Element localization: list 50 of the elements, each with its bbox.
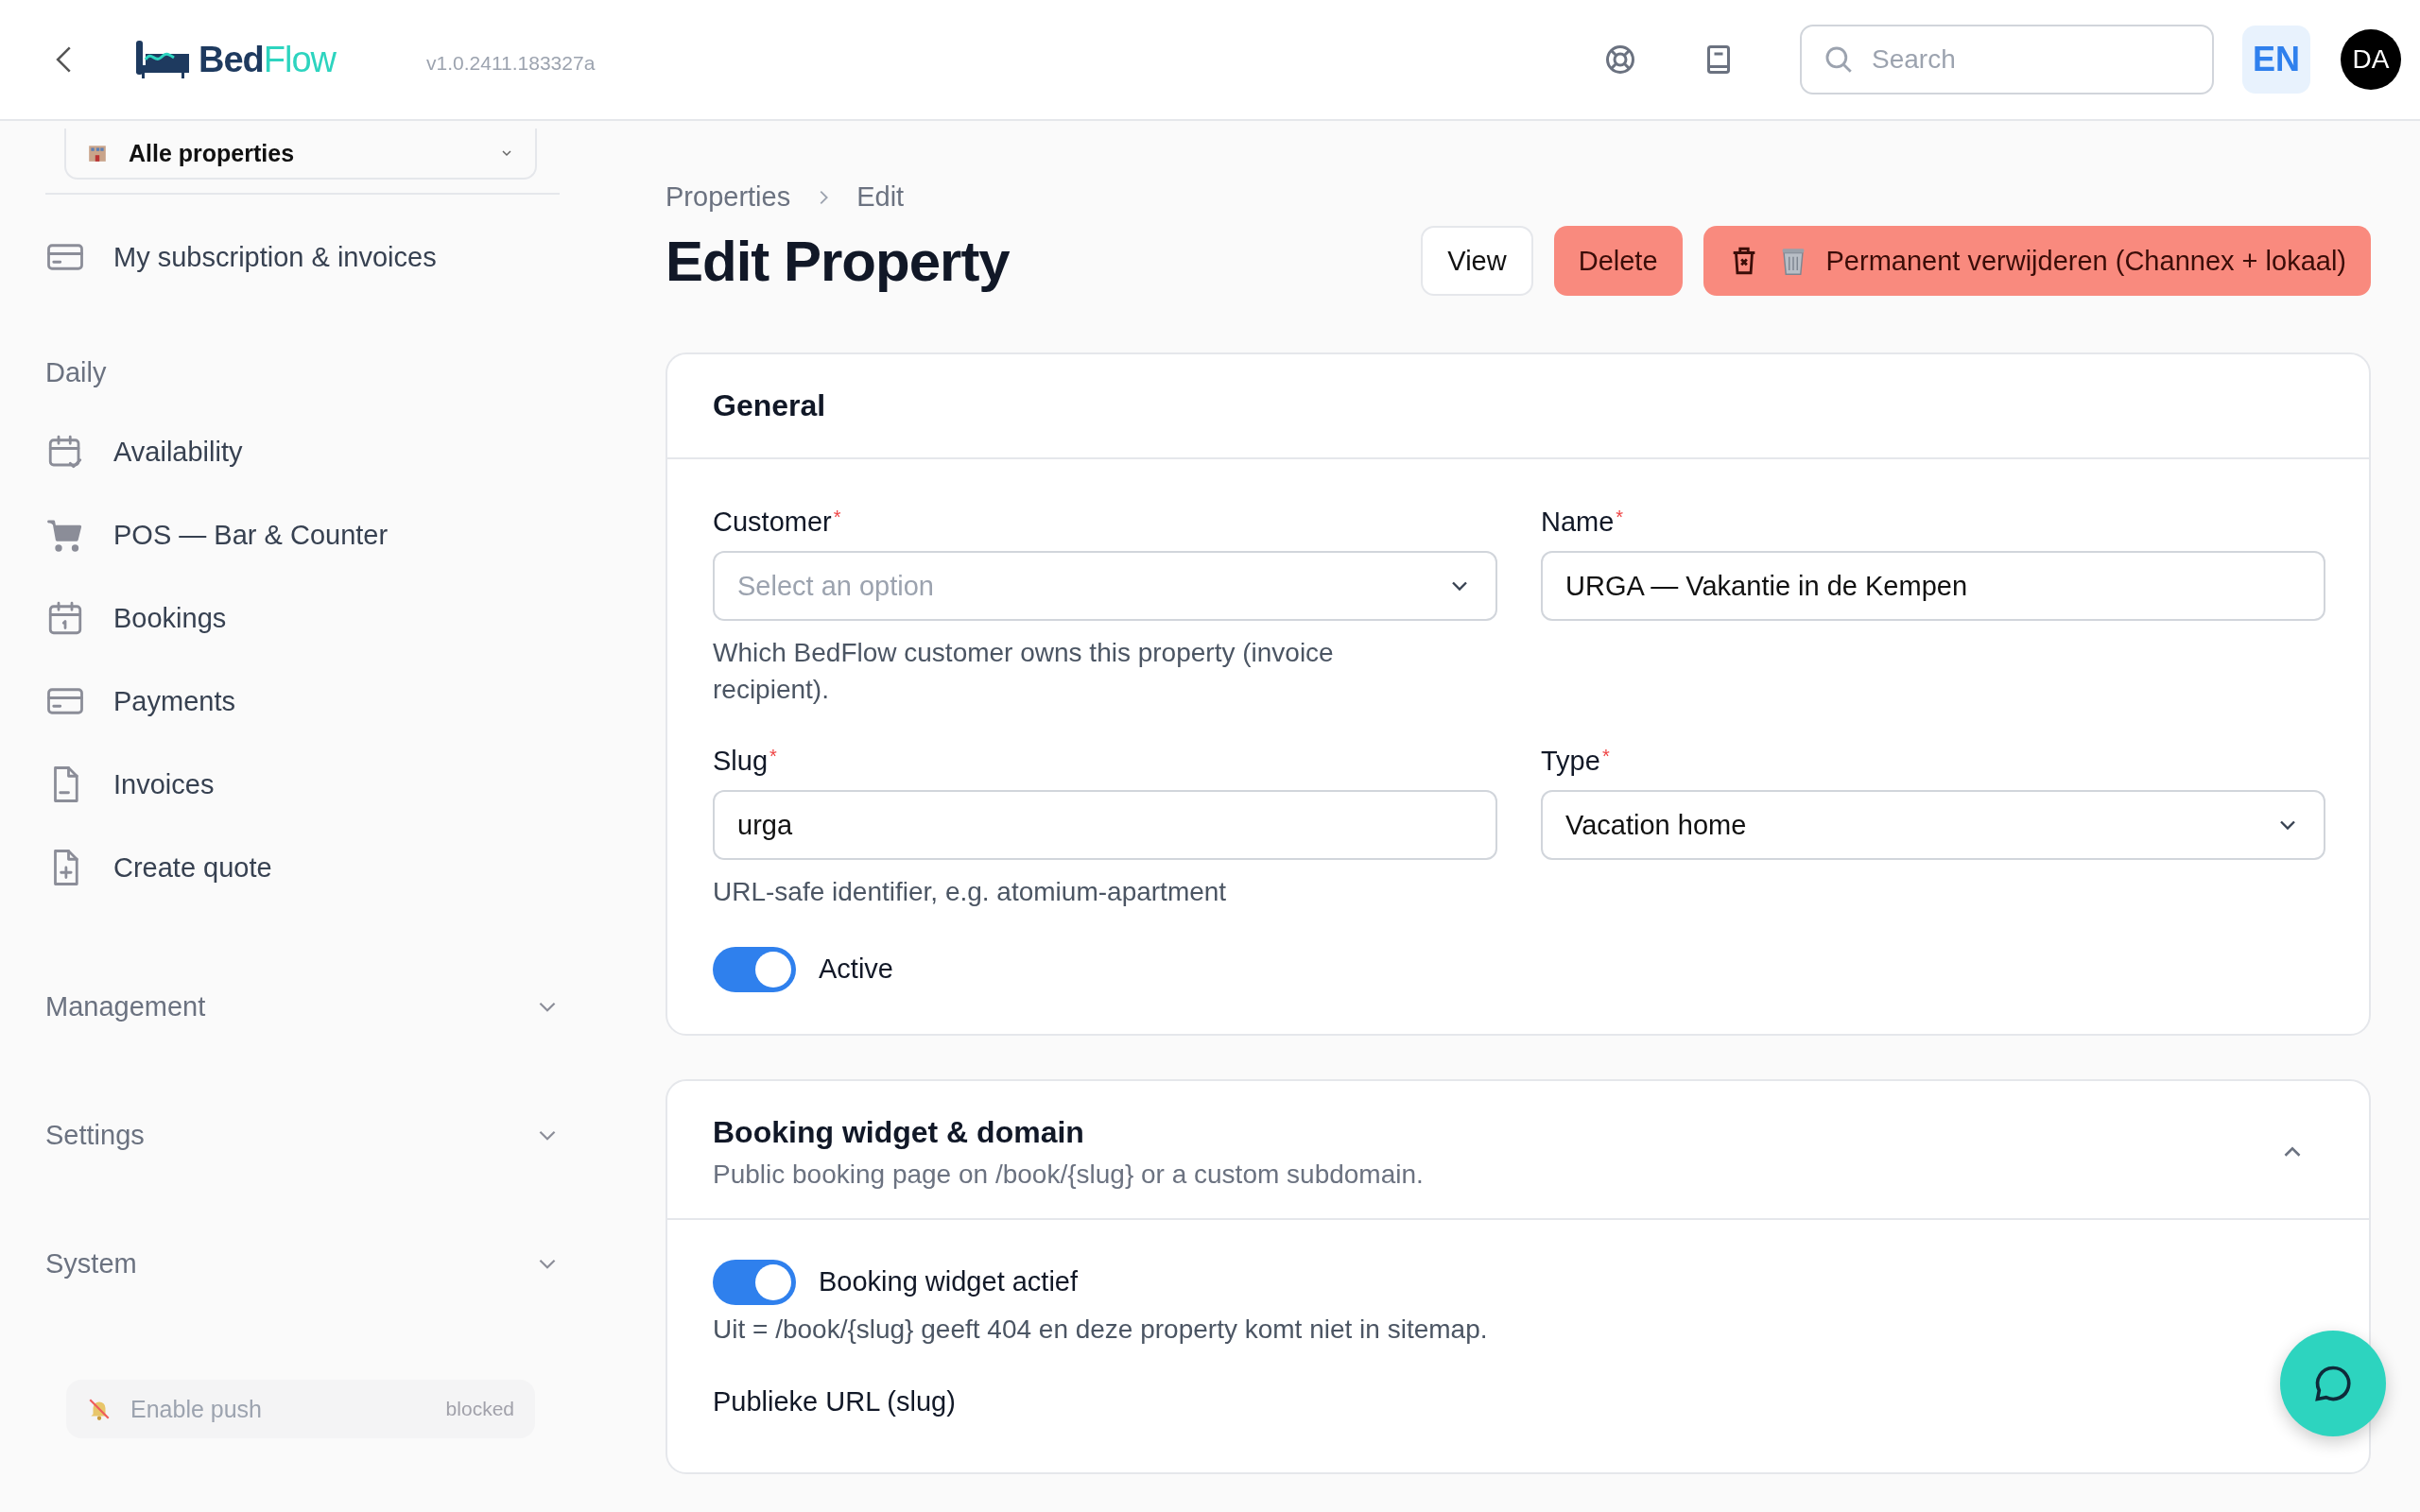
breadcrumb-link[interactable]: Edit	[856, 181, 905, 213]
card-subtitle: Public booking page on /book/{slug} or a custom subdomain.	[713, 1159, 1424, 1190]
field-label: Type	[1541, 746, 1600, 777]
push-status: blocked	[445, 1398, 514, 1420]
brand-name: BedFlow	[199, 39, 337, 80]
user-avatar[interactable]: DA	[2341, 29, 2401, 90]
field-label: Slug	[713, 746, 769, 777]
field-label: Name	[1541, 507, 1615, 537]
help-text: Which BedFlow customer owns this property (invoice recipient).	[713, 637, 1335, 707]
help-text: Uit = /book/{slug} geeft 404 en deze property komt niet in sitemap.	[713, 1314, 1489, 1345]
delete-button[interactable]: Delete	[1553, 226, 1683, 296]
nav-item[interactable]: Bookings	[45, 576, 567, 660]
view-button[interactable]: View	[1421, 226, 1533, 296]
property-select[interactable]: Alle properties	[64, 129, 537, 180]
toggle-switch[interactable]	[713, 1259, 796, 1305]
select-field[interactable]: Vacation home	[1541, 790, 2325, 861]
required-mark: *	[1616, 507, 1624, 527]
help-icon[interactable]	[1603, 43, 1637, 77]
card-title: Booking widget & domain	[713, 1114, 1085, 1150]
nav-item[interactable]: Availability	[45, 410, 567, 493]
help-text: URL-safe identifier, e.g. atomium-apartment	[713, 876, 1228, 909]
required-mark: *	[769, 746, 777, 767]
card-title: General	[713, 388, 827, 423]
nav-item[interactable]: Payments	[45, 660, 567, 743]
toggle-switch[interactable]	[713, 946, 796, 992]
muted-bell-icon	[87, 1397, 112, 1421]
nav-item[interactable]: POS — Bar & Counter	[45, 493, 567, 576]
section-title: Daily	[45, 355, 108, 389]
section-toggle[interactable]: Management	[45, 966, 560, 1047]
nav-item[interactable]: My subscription & invoices	[45, 215, 567, 299]
page-title: Edit Property	[666, 228, 1010, 294]
bed-logo-icon	[134, 39, 191, 80]
hotel-icon	[87, 144, 108, 163]
section-toggle[interactable]: System	[45, 1223, 560, 1304]
toggle-label: Booking widget actief	[819, 1266, 1079, 1298]
version-label: v1.0.2411.183327a	[426, 52, 596, 75]
field-label: Publieke URL (slug)	[713, 1385, 956, 1417]
permanent-delete-button[interactable]: Permanent verwijderen (Channex + lokaal)	[1703, 226, 2371, 296]
nav-item[interactable]: Create quote	[45, 826, 567, 909]
section-toggle[interactable]: Settings	[45, 1094, 560, 1176]
field-label: Customer	[713, 507, 832, 537]
search-field[interactable]: Search	[1800, 25, 2214, 94]
chevron-down-icon	[501, 149, 512, 157]
text-field[interactable]: URGA — Vakantie in de Kempen	[1541, 551, 2325, 621]
text-field[interactable]: urga	[713, 790, 1497, 861]
nav-item[interactable]: Invoices	[45, 743, 567, 826]
required-mark: *	[833, 507, 841, 527]
toggle-label: Active	[819, 954, 893, 986]
breadcrumb-link[interactable]: Properties	[666, 181, 791, 213]
required-mark: *	[1601, 746, 1610, 767]
